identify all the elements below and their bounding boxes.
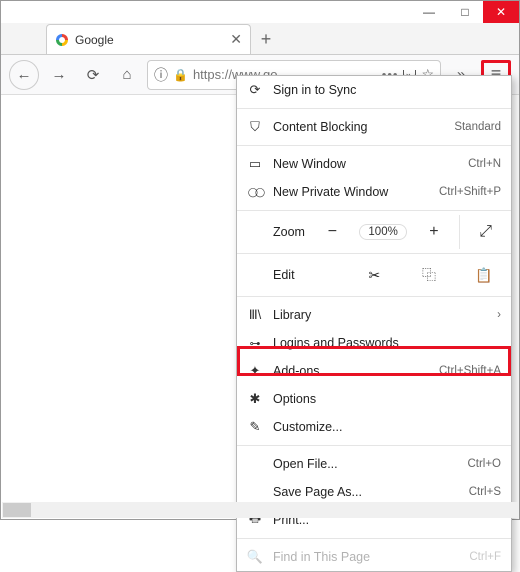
- cut-button[interactable]: ✂: [347, 258, 402, 292]
- menu-zoom-label: Zoom: [237, 225, 307, 239]
- tab-google[interactable]: Google ✕: [46, 24, 251, 54]
- puzzle-icon: ✦: [247, 363, 263, 379]
- menu-new-window[interactable]: ▭ New Window Ctrl+N: [237, 150, 511, 178]
- menu-library[interactable]: Ⅲ\ Library ›: [237, 301, 511, 329]
- lock-icon: 🔒: [173, 68, 188, 82]
- separator: [237, 445, 511, 446]
- copy-button[interactable]: ⿻: [402, 258, 457, 292]
- window-titlebar: — □ ✕: [1, 1, 519, 23]
- menu-newwin-label: New Window: [273, 157, 458, 171]
- separator: [237, 210, 511, 211]
- menu-logins[interactable]: ⊶ Logins and Passwords: [237, 329, 511, 357]
- google-favicon-icon: [55, 33, 69, 47]
- separator: [237, 538, 511, 539]
- sync-icon: ⟳: [247, 82, 263, 98]
- zoom-percent[interactable]: 100%: [358, 215, 409, 249]
- menu-edit-row: Edit ✂ ⿻ 📋: [237, 258, 511, 292]
- key-icon: ⊶: [247, 335, 263, 351]
- menu-open-file[interactable]: Open File... Ctrl+O: [237, 450, 511, 478]
- mask-icon: ◯◯: [247, 184, 263, 200]
- menu-customize-label: Customize...: [273, 420, 501, 434]
- menu-find-label: Find in This Page: [273, 550, 459, 564]
- back-button[interactable]: ←: [9, 60, 39, 90]
- menu-zoom-row: Zoom − 100% + ⤢: [237, 215, 511, 249]
- paste-button[interactable]: 📋: [456, 258, 511, 292]
- menu-save-label: Save Page As...: [273, 485, 459, 499]
- menu-newwin-kb: Ctrl+N: [468, 158, 501, 170]
- reload-button[interactable]: ⟳: [79, 61, 107, 89]
- separator: [237, 145, 511, 146]
- menu-addons-label: Add-ons: [273, 364, 429, 378]
- menu-options[interactable]: ✱ Options: [237, 385, 511, 413]
- brush-icon: ✎: [247, 419, 263, 435]
- menu-find[interactable]: 🔍 Find in This Page Ctrl+F: [237, 543, 511, 571]
- new-tab-button[interactable]: +: [251, 24, 281, 54]
- menu-logins-label: Logins and Passwords: [273, 336, 501, 350]
- zoom-in-button[interactable]: +: [409, 215, 460, 249]
- separator: [237, 108, 511, 109]
- menu-block-label: Content Blocking: [273, 120, 444, 134]
- menu-open-kb: Ctrl+O: [467, 458, 501, 470]
- window-minimize[interactable]: —: [411, 1, 447, 23]
- window-maximize[interactable]: □: [447, 1, 483, 23]
- site-info-icon[interactable]: ⓘ: [154, 65, 168, 85]
- tab-close-icon[interactable]: ✕: [230, 31, 242, 48]
- menu-newpriv-label: New Private Window: [273, 185, 429, 199]
- scrollbar-thumb[interactable]: [3, 503, 31, 517]
- tab-title: Google: [75, 33, 114, 47]
- home-button[interactable]: ⌂: [113, 61, 141, 89]
- menu-addons[interactable]: ✦ Add-ons Ctrl+Shift+A: [237, 357, 511, 385]
- library-icon: Ⅲ\: [247, 307, 263, 323]
- menu-sync[interactable]: ⟳ Sign in to Sync: [237, 76, 511, 104]
- tab-strip: Google ✕ +: [1, 23, 519, 55]
- zoom-percent-label: 100%: [359, 224, 406, 240]
- menu-edit-label: Edit: [237, 268, 347, 282]
- window-close[interactable]: ✕: [483, 1, 519, 23]
- menu-customize[interactable]: ✎ Customize...: [237, 413, 511, 441]
- separator: [237, 296, 511, 297]
- menu-newpriv-kb: Ctrl+Shift+P: [439, 186, 501, 198]
- menu-addons-kb: Ctrl+Shift+A: [439, 365, 501, 377]
- fullscreen-button[interactable]: ⤢: [459, 215, 511, 249]
- menu-sync-label: Sign in to Sync: [273, 83, 501, 97]
- forward-button[interactable]: →: [45, 61, 73, 89]
- menu-find-kb: Ctrl+F: [469, 551, 501, 563]
- menu-new-private-window[interactable]: ◯◯ New Private Window Ctrl+Shift+P: [237, 178, 511, 206]
- menu-block-value: Standard: [454, 121, 501, 133]
- file-icon: [247, 456, 263, 472]
- window-icon: ▭: [247, 156, 263, 172]
- zoom-out-button[interactable]: −: [307, 215, 358, 249]
- menu-options-label: Options: [273, 392, 501, 406]
- menu-content-blocking[interactable]: ⛉ Content Blocking Standard: [237, 113, 511, 141]
- menu-save-kb: Ctrl+S: [469, 486, 501, 498]
- chevron-right-icon: ›: [497, 309, 501, 321]
- horizontal-scrollbar[interactable]: [2, 502, 518, 518]
- find-icon: 🔍: [247, 549, 263, 565]
- save-icon: [247, 484, 263, 500]
- menu-open-label: Open File...: [273, 457, 457, 471]
- gear-icon: ✱: [247, 391, 263, 407]
- app-menu: ⟳ Sign in to Sync ⛉ Content Blocking Sta…: [236, 75, 512, 572]
- separator: [237, 253, 511, 254]
- shield-icon: ⛉: [247, 119, 263, 135]
- menu-library-label: Library: [273, 308, 487, 322]
